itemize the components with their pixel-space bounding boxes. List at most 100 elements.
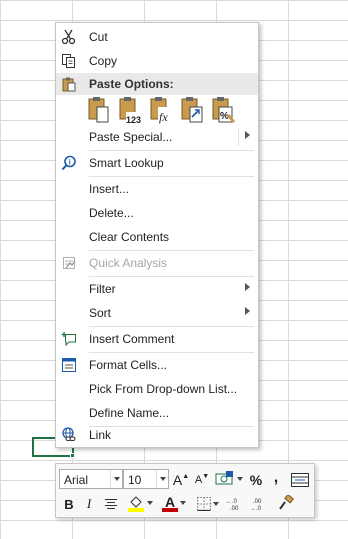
accounting-icon: [215, 471, 233, 485]
submenu-arrow-icon: [245, 307, 250, 315]
define-name-menu-item[interactable]: Define Name...: [56, 401, 258, 425]
paste-transpose-button[interactable]: [179, 95, 205, 125]
decrease-decimal-button[interactable]: .00 →.0: [250, 495, 272, 513]
paste-formulas-button[interactable]: fx: [148, 95, 174, 125]
cut-label: Cut: [89, 30, 108, 44]
submenu-arrow-icon[interactable]: [245, 131, 250, 139]
context-menu: Cut Copy Paste Options: 123 fx % Paste S…: [55, 22, 259, 448]
copy-label: Copy: [89, 54, 118, 68]
chevron-down-icon[interactable]: [237, 477, 243, 481]
link-icon: [60, 426, 78, 444]
copy-menu-item[interactable]: Copy: [56, 49, 258, 73]
font-color-button[interactable]: A: [160, 494, 188, 512]
quick-analysis-menu-item: Quick Analysis: [56, 251, 258, 275]
format-cells-menu-item[interactable]: Format Cells...: [56, 353, 258, 377]
split-divider: [238, 128, 239, 146]
font-size-combo[interactable]: 10: [123, 469, 169, 489]
font-name-combo[interactable]: Arial: [59, 469, 123, 489]
format-painter-button[interactable]: [276, 494, 296, 512]
sort-menu-item[interactable]: Sort: [56, 301, 258, 325]
copy-icon: [60, 52, 78, 70]
paste-button[interactable]: [86, 95, 112, 125]
clear-contents-menu-item[interactable]: Clear Contents: [56, 225, 258, 249]
fill-color-button[interactable]: [126, 494, 154, 512]
paste-values-button[interactable]: 123: [117, 95, 143, 125]
sort-label: Sort: [89, 306, 112, 320]
paint-bucket-icon: [128, 496, 144, 512]
format-cells-icon: [60, 356, 78, 374]
comma-label: ,: [273, 469, 279, 486]
percent-style-button[interactable]: %: [248, 471, 264, 489]
pick-from-dropdown-label: Pick From Drop-down List...: [89, 382, 238, 396]
italic-button[interactable]: I: [81, 495, 97, 513]
caret-down-icon: ▼: [202, 472, 210, 480]
delete-label: Delete...: [89, 206, 134, 220]
svg-text:.00: .00: [230, 506, 239, 511]
chevron-down-icon[interactable]: [147, 501, 153, 505]
chevron-down-icon[interactable]: [180, 501, 186, 505]
shrink-font-letter: A: [194, 474, 203, 486]
svg-text:123: 123: [126, 115, 141, 125]
smart-lookup-menu-item[interactable]: i Smart Lookup: [56, 151, 258, 175]
chevron-down-icon[interactable]: [110, 470, 122, 488]
merge-center-icon: [291, 473, 309, 487]
smart-lookup-icon: i: [60, 154, 78, 172]
cut-menu-item[interactable]: Cut: [56, 25, 258, 49]
align-center-icon: [105, 499, 117, 509]
format-painter-icon: [279, 495, 294, 510]
accounting-format-button[interactable]: [214, 470, 244, 488]
filter-menu-item[interactable]: Filter: [56, 277, 258, 301]
quick-analysis-icon: [60, 254, 78, 272]
grow-font-button[interactable]: A ▲: [173, 471, 189, 489]
percent-label: %: [249, 472, 263, 488]
increase-decimal-button[interactable]: ←.0.00: [226, 495, 248, 513]
fill-handle[interactable]: [70, 453, 75, 458]
chevron-down-icon[interactable]: [213, 502, 219, 506]
pick-from-dropdown-menu-item[interactable]: Pick From Drop-down List...: [56, 377, 258, 401]
bold-button[interactable]: B: [61, 495, 77, 513]
define-name-label: Define Name...: [89, 406, 170, 420]
font-color-swatch: [162, 508, 178, 512]
shrink-font-button[interactable]: A ▼: [194, 471, 210, 489]
svg-text:fx: fx: [159, 110, 168, 124]
paste-special-label: Paste Special...: [89, 130, 173, 144]
link-label: Link: [89, 428, 112, 442]
format-cells-label: Format Cells...: [89, 358, 168, 372]
svg-text:i: i: [69, 160, 71, 167]
font-size-value: 10: [128, 473, 142, 487]
borders-button[interactable]: [194, 495, 222, 513]
insert-menu-item[interactable]: Insert...: [56, 177, 258, 201]
link-menu-item[interactable]: Link: [56, 423, 258, 447]
comma-style-button[interactable]: ,: [270, 469, 282, 487]
paste-formatting-button[interactable]: %: [210, 95, 236, 125]
increase-decimal-icon: ←.0.00: [226, 499, 239, 511]
clipboard-icon: [60, 75, 78, 93]
paste-options-header: Paste Options:: [56, 73, 258, 95]
borders-icon: [197, 497, 211, 511]
paste-special-menu-item[interactable]: Paste Special...: [56, 125, 258, 149]
decrease-decimal-icon: .00→.0: [250, 499, 262, 511]
font-name-value: Arial: [64, 473, 89, 487]
filter-label: Filter: [89, 282, 116, 296]
chevron-down-icon[interactable]: [156, 470, 168, 488]
clear-contents-label: Clear Contents: [89, 230, 170, 244]
paste-options-label: Paste Options:: [89, 77, 174, 91]
mini-toolbar: Arial 10 A ▲ A ▼ % , B I A ←.0 .00 .00 →…: [55, 463, 315, 518]
submenu-arrow-icon: [245, 283, 250, 291]
smart-lookup-label: Smart Lookup: [89, 156, 164, 170]
grow-font-letter: A: [172, 472, 183, 488]
scissors-icon: [60, 28, 78, 46]
svg-text:.00: .00: [253, 499, 262, 505]
paste-options-buttons: 123 fx %: [86, 95, 236, 127]
bold-label: B: [64, 496, 74, 512]
quick-analysis-label: Quick Analysis: [89, 256, 168, 270]
svg-text:←.0: ←.0: [226, 499, 238, 505]
comment-icon: [60, 330, 78, 348]
font-color-icon: A: [162, 494, 178, 512]
center-align-button[interactable]: [102, 495, 120, 513]
insert-comment-menu-item[interactable]: Insert Comment: [56, 327, 258, 351]
insert-label: Insert...: [89, 182, 130, 196]
merge-center-button[interactable]: [290, 471, 310, 489]
delete-menu-item[interactable]: Delete...: [56, 201, 258, 225]
italic-label: I: [86, 496, 92, 511]
